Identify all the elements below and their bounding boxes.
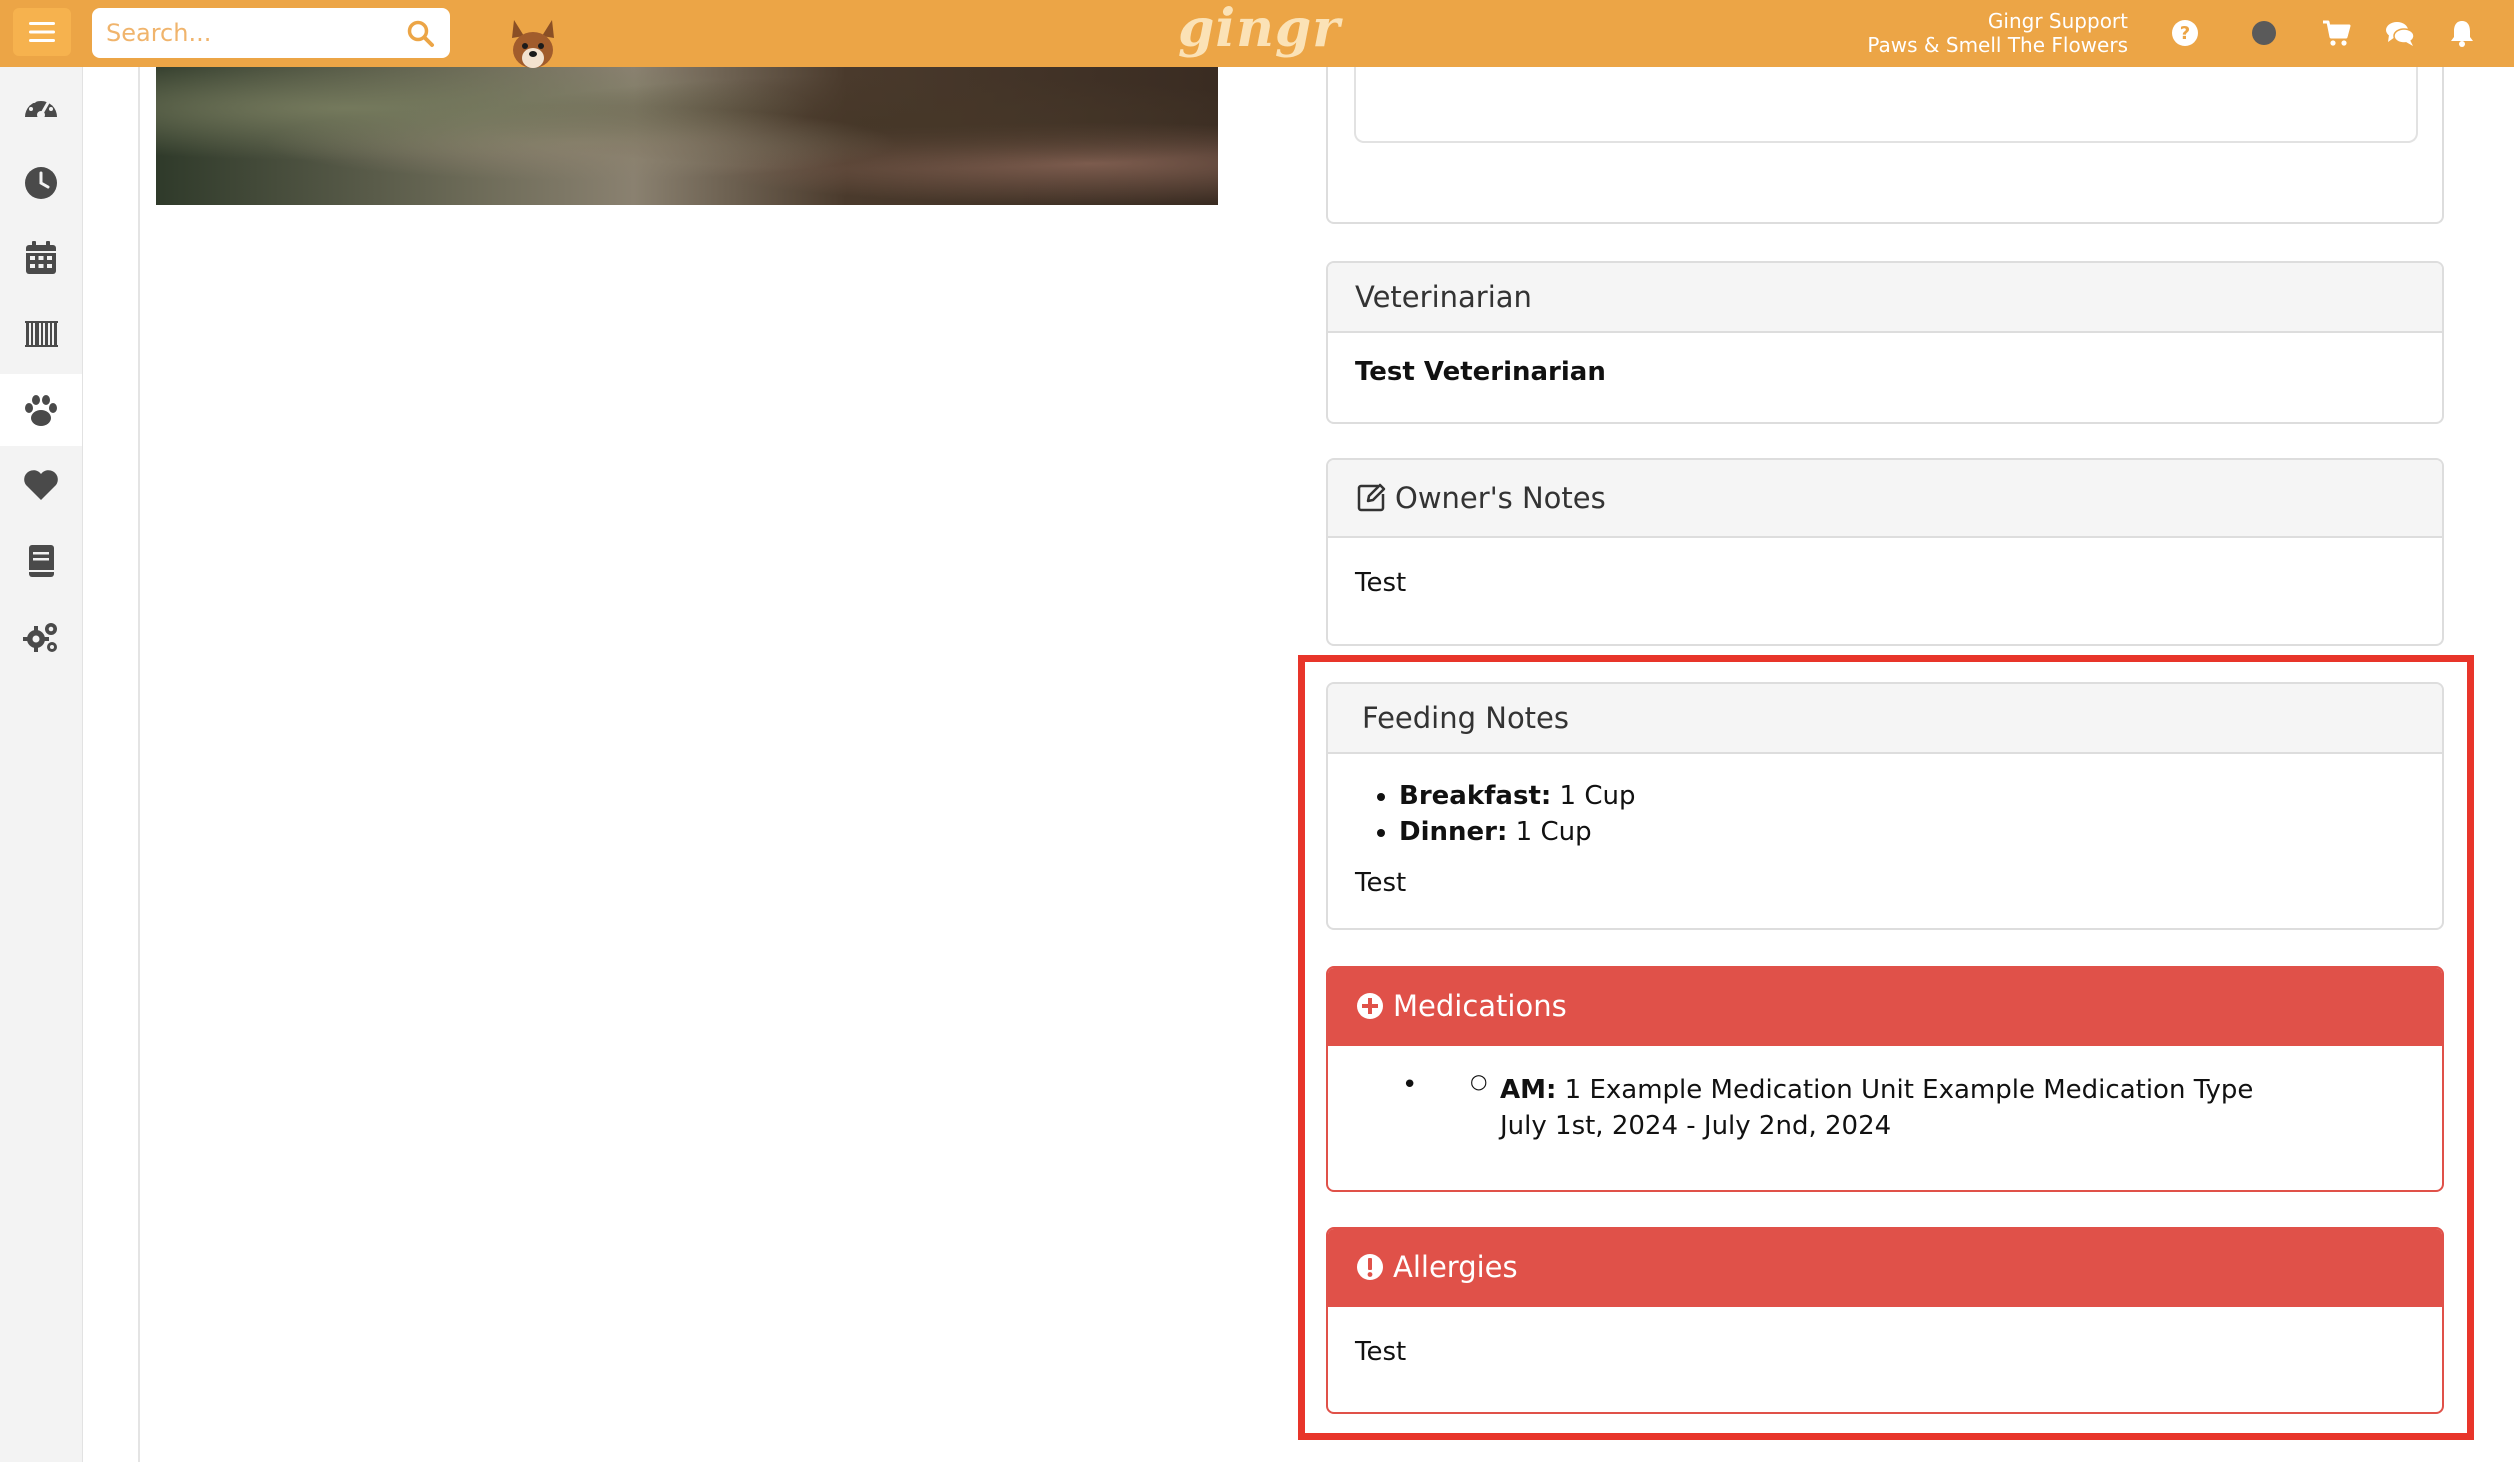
clock-icon: [25, 167, 57, 199]
help-icon[interactable]: ?: [2170, 18, 2200, 48]
svg-text:?: ?: [2180, 23, 2190, 44]
edit-icon: [1357, 483, 1386, 512]
owners-notes-header: Owner's Notes: [1328, 460, 2442, 538]
owners-notes-title: Owner's Notes: [1395, 481, 1606, 515]
search-box: [92, 8, 450, 58]
sidebar-item-clock[interactable]: [0, 147, 82, 219]
cart-icon[interactable]: [2321, 18, 2351, 48]
menu-icon: [29, 22, 55, 42]
dog-mascot-icon: [512, 20, 554, 68]
calendar-icon: [26, 241, 56, 274]
search-input[interactable]: [92, 8, 420, 58]
highlight-annotation-box: [1298, 655, 2474, 1440]
notifications-bell-icon[interactable]: [2447, 18, 2477, 48]
book-icon: [29, 545, 54, 577]
user-name: Gingr Support: [1987, 9, 2128, 33]
owners-notes-panel: Owner's Notes Test: [1326, 458, 2444, 646]
left-sidebar: [0, 67, 83, 1462]
gears-icon: [23, 623, 57, 652]
chat-icon[interactable]: [2385, 18, 2415, 48]
barcode-icon: [25, 321, 58, 347]
sidebar-item-pets[interactable]: [0, 374, 82, 446]
sidebar-item-dashboard[interactable]: [0, 71, 82, 143]
sidebar-item-calendar[interactable]: [0, 222, 82, 294]
dashboard-icon: [25, 96, 57, 119]
veterinarian-name: Test Veterinarian: [1355, 357, 1606, 387]
hamburger-menu-button[interactable]: [13, 8, 71, 56]
veterinarian-panel: Veterinarian Test Veterinarian: [1326, 261, 2444, 424]
paw-icon: [25, 395, 57, 426]
search-icon[interactable]: [406, 19, 436, 49]
notes-textarea[interactable]: [1354, 67, 2418, 143]
sidebar-item-settings[interactable]: [0, 601, 82, 673]
pet-cover-photo: [156, 67, 1218, 205]
veterinarian-panel-title: Veterinarian: [1328, 263, 2442, 333]
sidebar-item-favorites[interactable]: [0, 449, 82, 521]
sidebar-item-reports[interactable]: [0, 525, 82, 597]
account-info[interactable]: Gingr Support Paws & Smell The Flowers: [1867, 9, 2128, 57]
location-name: Paws & Smell The Flowers: [1867, 33, 2128, 57]
top-bar: gingr Gingr Support Paws & Smell The Flo…: [0, 0, 2514, 68]
gingr-logo: gingr: [1178, 0, 1341, 59]
status-indicator-icon[interactable]: [2249, 18, 2279, 48]
sidebar-item-barcode[interactable]: [0, 298, 82, 370]
owners-notes-text: Test: [1355, 568, 1407, 598]
heart-icon: [24, 470, 58, 500]
